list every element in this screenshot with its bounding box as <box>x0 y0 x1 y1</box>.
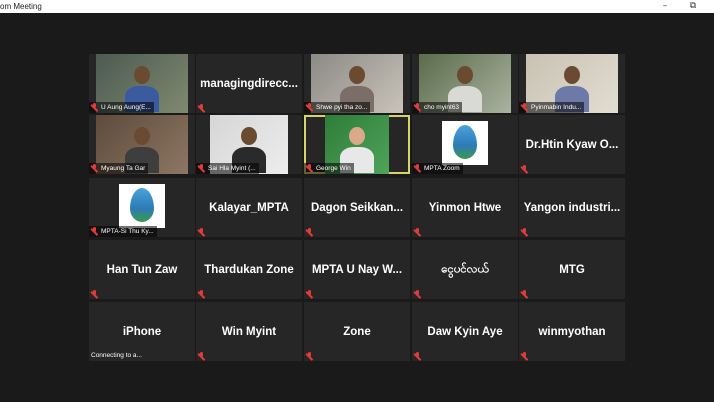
participant-label: Myaung Ta Gar <box>89 163 149 174</box>
muted-mic-icon <box>198 290 205 298</box>
muted-mic-icon <box>91 290 98 298</box>
muted-mic-icon <box>198 164 205 172</box>
participant-name: Shwe pyi tha zo... <box>316 104 368 111</box>
participant-tile[interactable]: Thardukan Zone <box>196 240 302 299</box>
muted-mic-icon <box>306 164 313 172</box>
participant-tile[interactable]: MPTA U Nay W... <box>304 240 410 299</box>
participant-tile[interactable]: U Aung Aung(E... <box>89 54 195 113</box>
participant-tile[interactable]: Zone <box>304 302 410 361</box>
muted-mic-icon <box>198 352 205 360</box>
participant-tile[interactable]: MPTA Zoom <box>412 115 518 174</box>
participant-name: Kalayar_MPTA <box>209 201 289 214</box>
participant-face <box>349 127 365 145</box>
muted-mic-icon <box>198 104 205 112</box>
participant-name: winmyothan <box>538 325 606 338</box>
participant-name: Myaung Ta Gar <box>101 165 146 172</box>
title-bar: om Meeting – ⧉ <box>0 0 714 13</box>
participant-tile[interactable]: MPTA-Si Thu Ky... <box>89 178 195 237</box>
muted-mic-icon <box>521 290 528 298</box>
participant-name: managingdirecc... <box>200 77 298 90</box>
participant-name: MPTA-Si Thu Ky... <box>101 228 154 235</box>
participant-label: Sai Hla Myint (... <box>196 163 259 174</box>
participant-name: George Win <box>316 165 351 172</box>
mpta-logo <box>119 184 165 228</box>
participant-tile[interactable]: ငွေပင်လယ် <box>412 240 518 299</box>
participant-name: Pyinmabin Indu... <box>531 104 582 111</box>
mpta-logo <box>442 121 488 165</box>
window-title: om Meeting <box>0 2 42 11</box>
participant-name: Daw Kyin Aye <box>427 325 503 338</box>
participant-tile[interactable]: cho myint63 <box>412 54 518 113</box>
muted-mic-icon <box>414 352 421 360</box>
participant-face <box>134 127 150 145</box>
participant-name: Han Tun Zaw <box>106 263 178 276</box>
muted-mic-icon <box>521 352 528 360</box>
connection-status: Connecting to a... <box>91 352 142 359</box>
participant-name: Thardukan Zone <box>204 263 294 276</box>
participant-name: Dr.Htin Kyaw O... <box>525 138 619 151</box>
water-drop-icon <box>453 125 477 159</box>
participant-tile[interactable]: Sai Hla Myint (... <box>196 115 302 174</box>
participant-tile[interactable]: Win Myint <box>196 302 302 361</box>
participant-tile[interactable]: Dr.Htin Kyaw O... <box>519 115 625 174</box>
muted-mic-icon <box>521 103 528 111</box>
participant-tile[interactable]: Yinmon Htwe <box>412 178 518 237</box>
participant-tile[interactable]: Myaung Ta Gar <box>89 115 195 174</box>
muted-mic-icon <box>306 228 313 236</box>
muted-mic-icon <box>306 290 313 298</box>
participant-face <box>564 66 580 84</box>
participant-label: MPTA Zoom <box>412 163 463 174</box>
muted-mic-icon <box>521 165 528 173</box>
participant-face <box>241 127 257 145</box>
muted-mic-icon <box>521 228 528 236</box>
participant-tile[interactable]: Daw Kyin Aye <box>412 302 518 361</box>
participant-name: iPhone <box>122 325 162 338</box>
participant-label: MPTA-Si Thu Ky... <box>89 226 157 237</box>
participant-tile[interactable]: George Win <box>304 115 410 174</box>
participant-label: Pyinmabin Indu... <box>519 102 585 113</box>
participant-face <box>457 66 473 84</box>
participant-tile[interactable]: Kalayar_MPTA <box>196 178 302 237</box>
participant-face <box>349 66 365 84</box>
participant-tile[interactable]: Pyinmabin Indu... <box>519 54 625 113</box>
participant-tile[interactable]: Yangon industri... <box>519 178 625 237</box>
participant-tile[interactable]: iPhone Connecting to a... <box>89 302 195 361</box>
participant-tile[interactable]: Dagon Seikkan... <box>304 178 410 237</box>
participant-label: George Win <box>304 163 354 174</box>
participant-name: cho myint63 <box>424 104 460 111</box>
muted-mic-icon <box>414 228 421 236</box>
participant-label: cho myint63 <box>412 102 463 113</box>
participant-name: Zone <box>343 325 371 338</box>
muted-mic-icon <box>91 164 98 172</box>
muted-mic-icon <box>414 103 421 111</box>
participant-name: Win Myint <box>221 325 277 338</box>
participant-label: U Aung Aung(E... <box>89 102 154 113</box>
participant-name: Sai Hla Myint (... <box>208 165 256 172</box>
muted-mic-icon <box>198 228 205 236</box>
participant-tile[interactable]: managingdirecc... <box>196 54 302 113</box>
participant-tile[interactable]: Han Tun Zaw <box>89 240 195 299</box>
participant-name: MPTA U Nay W... <box>311 263 403 276</box>
muted-mic-icon <box>91 227 98 235</box>
participant-name: MPTA Zoom <box>424 165 460 172</box>
muted-mic-icon <box>414 290 421 298</box>
participant-face <box>134 66 150 84</box>
participant-name: Yinmon Htwe <box>428 201 502 214</box>
restore-button[interactable]: ⧉ <box>682 0 704 13</box>
participant-tile[interactable]: winmyothan <box>519 302 625 361</box>
participant-name: MTG <box>559 263 585 276</box>
muted-mic-icon <box>306 103 313 111</box>
muted-mic-icon <box>306 352 313 360</box>
participant-tile[interactable]: Shwe pyi tha zo... <box>304 54 410 113</box>
muted-mic-icon <box>414 164 421 172</box>
participant-name: U Aung Aung(E... <box>101 104 151 111</box>
participant-name: Dagon Seikkan... <box>310 201 404 214</box>
water-drop-icon <box>130 188 154 222</box>
participant-name: ငွေပင်လယ် <box>441 263 489 275</box>
minimize-button[interactable]: – <box>654 0 676 13</box>
participant-label: Shwe pyi tha zo... <box>304 102 371 113</box>
participant-tile[interactable]: MTG <box>519 240 625 299</box>
muted-mic-icon <box>91 103 98 111</box>
participant-name: Yangon industri... <box>523 201 621 214</box>
